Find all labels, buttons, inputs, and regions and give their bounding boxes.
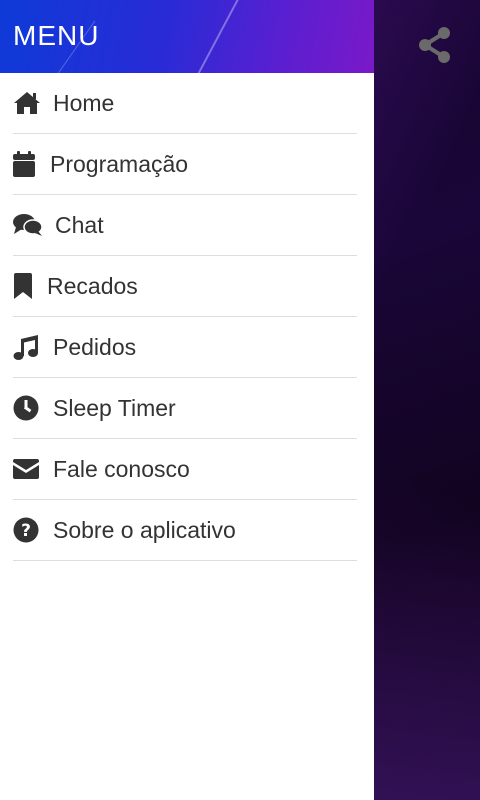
menu-item-home[interactable]: Home — [13, 73, 357, 134]
menu-item-label: Sobre o aplicativo — [53, 516, 236, 543]
share-button[interactable] — [414, 26, 456, 68]
menu-item-recados[interactable]: Recados — [13, 256, 357, 317]
menu-list: Home Programação Chat Recados Pedidos Sl… — [0, 73, 374, 561]
menu-item-label: Fale conosco — [53, 455, 190, 482]
navigation-drawer: MENU Home Programação Chat Recados Pedid… — [0, 0, 374, 800]
home-icon — [13, 89, 41, 117]
menu-item-label: Chat — [55, 211, 104, 238]
menu-item-label: Home — [53, 89, 115, 116]
menu-item-sobre[interactable]: ? Sobre o aplicativo — [13, 500, 357, 561]
question-circle-icon: ? — [13, 516, 41, 544]
menu-item-label: Recados — [47, 272, 138, 299]
svg-text:?: ? — [21, 521, 31, 541]
music-note-icon — [13, 333, 41, 361]
background-overlay — [374, 0, 480, 800]
chat-icon — [13, 211, 43, 239]
menu-item-sleep-timer[interactable]: Sleep Timer — [13, 378, 357, 439]
envelope-icon — [13, 455, 41, 483]
app-screen: MENU Home Programação Chat Recados Pedid… — [0, 0, 480, 800]
menu-item-label: Sleep Timer — [53, 394, 176, 421]
menu-item-programacao[interactable]: Programação — [13, 134, 357, 195]
menu-item-fale-conosco[interactable]: Fale conosco — [13, 439, 357, 500]
menu-item-pedidos[interactable]: Pedidos — [13, 317, 357, 378]
drawer-header: MENU — [0, 0, 374, 73]
menu-title: MENU — [13, 20, 100, 51]
menu-item-chat[interactable]: Chat — [13, 195, 357, 256]
calendar-icon — [13, 150, 37, 178]
share-icon — [418, 26, 452, 69]
clock-icon — [13, 394, 41, 422]
menu-item-label: Programação — [50, 150, 189, 177]
menu-item-label: Pedidos — [53, 333, 137, 360]
bookmark-icon — [13, 272, 35, 300]
